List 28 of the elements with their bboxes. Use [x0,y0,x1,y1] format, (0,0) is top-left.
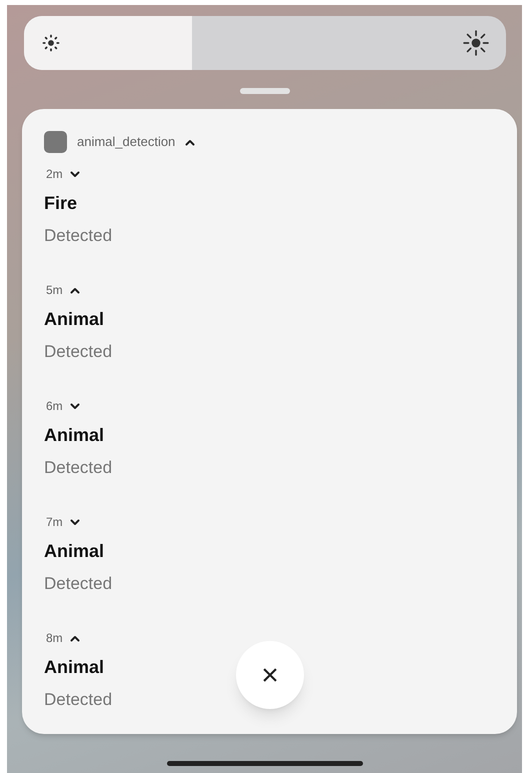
notification-title: Animal [44,308,104,331]
notification-body: Detected [44,457,112,479]
caret-up-icon[interactable] [70,634,80,642]
app-name: animal_detection [77,133,176,152]
notification-title: Animal [44,540,104,563]
close-button[interactable]: × [236,641,304,709]
drag-handle[interactable] [240,88,290,94]
caret-up-icon[interactable] [185,138,196,146]
notification-body: Detected [44,225,112,247]
notification-body: Detected [44,573,112,595]
caret-down-icon[interactable] [70,170,80,178]
app-icon [44,131,67,153]
time-label: 2m [46,166,63,183]
caret-down-icon[interactable] [70,402,80,410]
brightness-high-icon [462,30,488,56]
time-label: 8m [46,630,63,647]
caret-down-icon[interactable] [70,518,80,526]
caret-up-icon[interactable] [70,286,80,294]
notification-body: Detected [44,341,112,363]
time-label: 7m [46,514,63,531]
notification-title: Fire [44,192,78,215]
brightness-low-icon [40,33,60,53]
brightness-slider[interactable] [24,16,506,70]
time-label: 6m [46,398,63,415]
time-label: 5m [46,282,63,299]
notification-title: Animal [44,424,104,447]
notification-body: Detected [44,689,112,711]
notification-title: Animal [44,656,104,679]
